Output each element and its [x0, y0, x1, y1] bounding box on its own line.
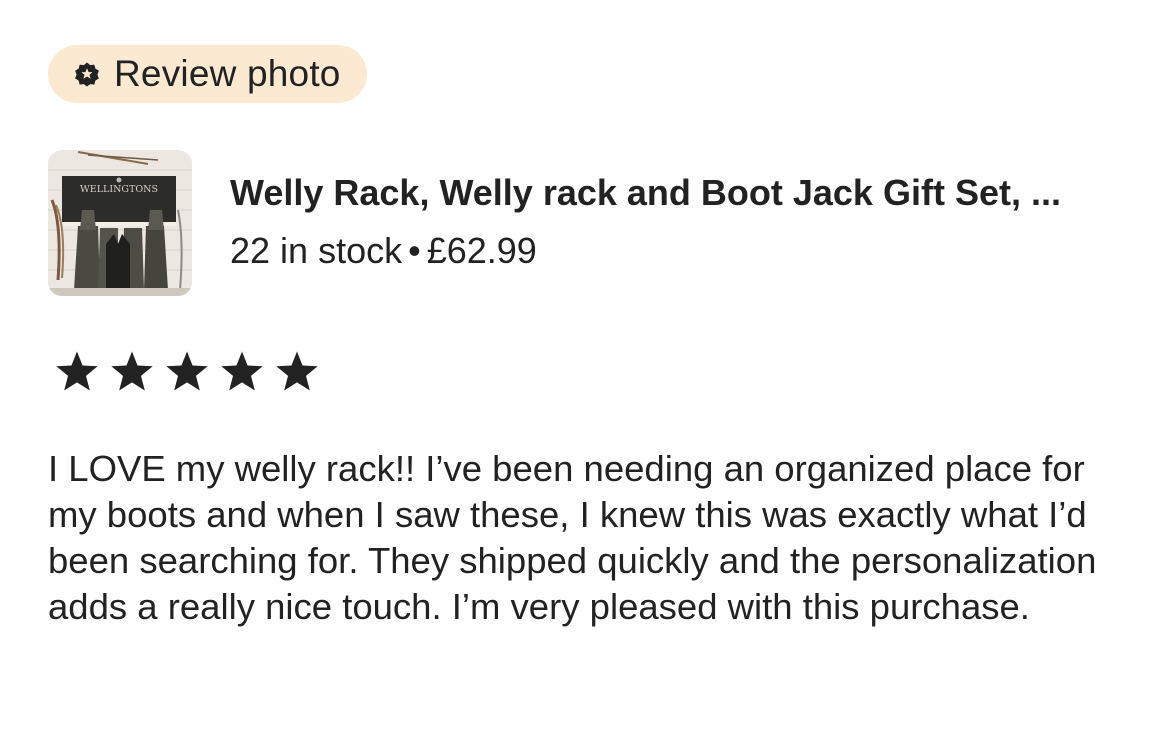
star-icon	[56, 351, 98, 391]
star-icon	[166, 351, 208, 391]
listing-meta: 22 in stock • £62.99	[230, 230, 537, 272]
star-rating	[54, 350, 320, 394]
star-icon	[221, 351, 263, 391]
star-icon	[111, 351, 153, 391]
star-badge-icon	[74, 61, 100, 87]
review-text: I LOVE my welly rack!! I’ve been needing…	[48, 448, 1097, 627]
listing-price: £62.99	[426, 230, 537, 271]
product-thumbnail[interactable]: WELLINGTONS	[48, 150, 192, 296]
listing-title[interactable]: Welly Rack, Welly rack and Boot Jack Gif…	[230, 172, 1130, 214]
review-photo-label: Review photo	[114, 53, 341, 94]
stock-count: 22 in stock	[230, 230, 403, 271]
thumbnail-sign-text: WELLINGTONS	[80, 184, 158, 195]
review-photo-badge: Review photo	[48, 45, 367, 103]
listing-row[interactable]: WELLINGTONS Welly Rack, Welly rack and B…	[48, 150, 1128, 296]
star-icon	[276, 351, 318, 391]
meta-separator: •	[408, 230, 421, 271]
